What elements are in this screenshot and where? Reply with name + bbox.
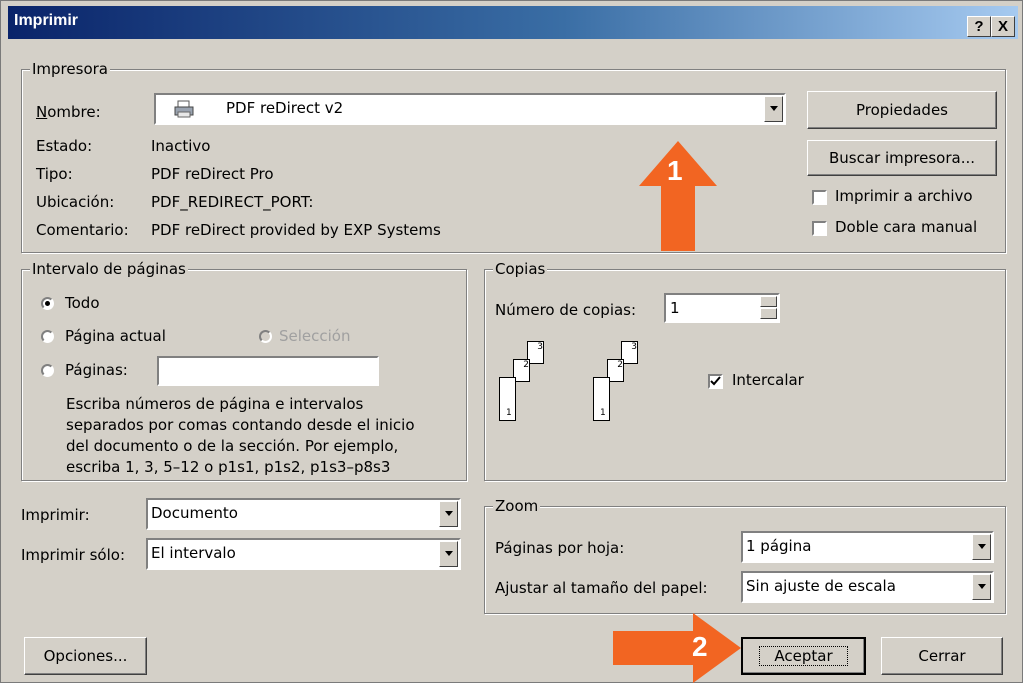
print-what-value: Documento (151, 504, 238, 522)
annotation-label-2: 2 (692, 631, 708, 662)
print-only-label: Imprimir sólo: (21, 546, 125, 564)
cancel-button[interactable]: Cerrar (881, 637, 1003, 675)
close-button[interactable]: X (991, 16, 1015, 37)
type-label: Tipo: (36, 165, 73, 183)
printer-name-select[interactable]: PDF reDirect v2 (154, 93, 786, 125)
spin-up-icon[interactable] (760, 296, 777, 307)
print-to-file-label[interactable]: Imprimir a archivo (835, 187, 973, 205)
options-button[interactable]: Opciones... (24, 637, 147, 675)
pages-per-sheet-select[interactable]: 1 página (741, 531, 994, 563)
radio-selection-label: Selección (279, 327, 351, 345)
print-what-label: Imprimir: (21, 506, 90, 524)
comment-value: PDF reDirect provided by EXP Systems (151, 221, 441, 239)
collate-label[interactable]: Intercalar (732, 371, 804, 389)
copies-count-input[interactable]: 1 (664, 293, 780, 323)
location-label: Ubicación: (36, 193, 115, 211)
manual-duplex-checkbox[interactable] (812, 221, 827, 236)
radio-current-page[interactable] (41, 330, 54, 343)
copies-count-value: 1 (670, 299, 680, 317)
print-to-file-checkbox[interactable] (812, 190, 827, 205)
scale-select[interactable]: Sin ajuste de escala (741, 571, 994, 603)
printer-group-label: Impresora (30, 60, 110, 78)
hint-line: Escriba números de página e intervalos (66, 395, 364, 413)
printer-icon (174, 100, 194, 122)
collate-checkbox[interactable] (708, 374, 723, 389)
copies-group-label: Copias (493, 260, 548, 278)
annotation-arrow-up: 1 (639, 141, 717, 251)
chevron-down-icon[interactable] (972, 574, 991, 600)
help-button[interactable]: ? (967, 16, 991, 37)
page-range-group-label: Intervalo de páginas (30, 260, 188, 278)
printer-name-label: Nombre: (36, 103, 101, 121)
chevron-down-icon[interactable] (439, 541, 458, 567)
scale-value: Sin ajuste de escala (746, 577, 896, 595)
hint-line: del documento o de la sección. Por ejemp… (66, 437, 399, 455)
chevron-down-icon[interactable] (439, 501, 458, 527)
title-bar[interactable]: Imprimir ? X (8, 6, 1018, 39)
find-printer-button-label: Buscar impresora... (828, 149, 975, 167)
cancel-button-label: Cerrar (918, 647, 966, 665)
page-icon: 1 (499, 377, 516, 421)
status-label: Estado: (36, 137, 93, 155)
ok-button-label: Aceptar (759, 646, 848, 666)
radio-selection (259, 330, 272, 343)
type-value: PDF reDirect Pro (151, 165, 274, 183)
print-only-value: El intervalo (151, 544, 236, 562)
printer-name-value: PDF reDirect v2 (226, 99, 344, 117)
print-what-select[interactable]: Documento (146, 498, 461, 530)
properties-button[interactable]: Propiedades (807, 91, 997, 129)
pages-per-sheet-label: Páginas por hoja: (495, 539, 625, 557)
chevron-down-icon[interactable] (764, 96, 783, 122)
options-button-label: Opciones... (43, 647, 128, 665)
radio-all-label[interactable]: Todo (65, 294, 100, 312)
spin-down-icon[interactable] (760, 308, 777, 319)
find-printer-button[interactable]: Buscar impresora... (807, 140, 997, 176)
scale-label: Ajustar al tamaño del papel: (495, 579, 708, 597)
zoom-group-label: Zoom (493, 497, 541, 515)
print-dialog: Imprimir ? X Impresora Nombre: PDF reDir… (0, 0, 1023, 683)
pages-input[interactable] (157, 356, 379, 386)
hint-line: separados por comas contando desde el in… (66, 416, 415, 434)
page-range-hint: Escriba números de página e intervalos s… (66, 394, 415, 478)
properties-button-label: Propiedades (856, 101, 948, 119)
window-title: Imprimir (14, 12, 79, 29)
page-icon: 1 (593, 377, 610, 421)
print-only-select[interactable]: El intervalo (146, 538, 461, 570)
pages-per-sheet-value: 1 página (746, 537, 812, 555)
hint-line: escriba 1, 3, 5–12 o p1s1, p1s2, p1s3–p8… (66, 458, 391, 476)
status-value: Inactivo (151, 137, 211, 155)
ok-button[interactable]: Aceptar (741, 637, 866, 675)
radio-pages-label[interactable]: Páginas: (65, 361, 128, 379)
annotation-label-1: 1 (667, 155, 683, 186)
manual-duplex-label[interactable]: Doble cara manual (835, 218, 977, 236)
radio-pages[interactable] (41, 364, 54, 377)
radio-current-page-label[interactable]: Página actual (65, 327, 166, 345)
annotation-arrow-right: 2 (613, 613, 741, 683)
location-value: PDF_REDIRECT_PORT: (151, 193, 314, 211)
copies-count-label: Número de copias: (495, 301, 637, 319)
comment-label: Comentario: (36, 221, 129, 239)
chevron-down-icon[interactable] (972, 534, 991, 560)
radio-all[interactable] (41, 297, 54, 310)
